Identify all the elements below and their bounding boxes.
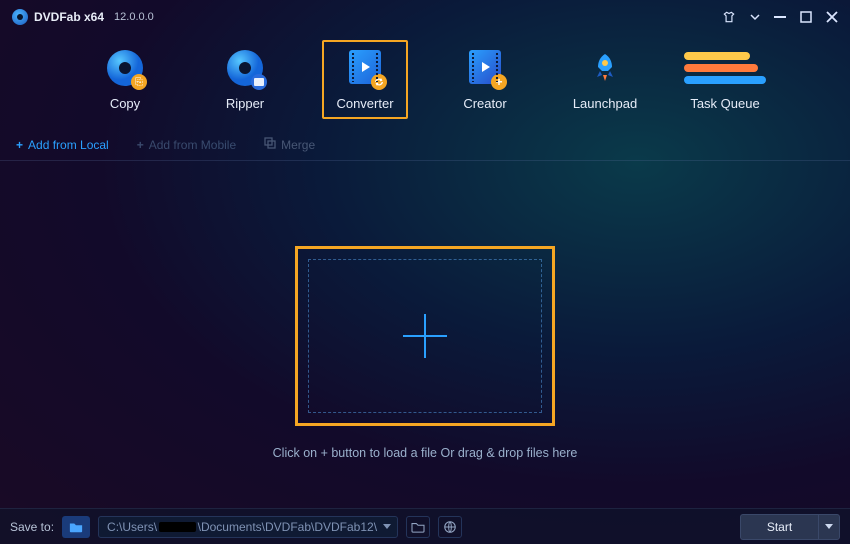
converter-badge-icon [371, 74, 387, 90]
module-label: Launchpad [573, 96, 637, 111]
disc-icon [227, 50, 263, 86]
module-task-queue[interactable]: Task Queue [682, 40, 768, 119]
start-label: Start [767, 520, 792, 534]
chevron-down-icon [825, 524, 833, 529]
module-launchpad[interactable]: Launchpad [562, 40, 648, 119]
title-bar: DVDFab x64 12.0.0.0 [0, 0, 850, 28]
path-prefix: C:\Users\ [107, 520, 157, 534]
plus-icon: + [16, 138, 23, 152]
module-creator[interactable]: + Creator [442, 40, 528, 119]
save-to-label: Save to: [10, 520, 54, 534]
action-label: Add from Local [28, 138, 109, 152]
web-output-button[interactable] [438, 516, 462, 538]
add-plus-icon [403, 314, 447, 358]
add-from-local-button[interactable]: + Add from Local [16, 138, 109, 152]
globe-icon [443, 520, 457, 534]
drop-zone[interactable] [295, 246, 555, 426]
module-label: Creator [463, 96, 506, 111]
folder-icon [69, 520, 83, 534]
module-label: Converter [336, 96, 393, 111]
creator-badge-icon: + [491, 74, 507, 90]
drop-hint-text: Click on + button to load a file Or drag… [273, 446, 578, 460]
module-nav: ⎘ Copy Ripper Converter + Creator Launch… [0, 32, 850, 131]
path-redacted [159, 522, 196, 532]
module-label: Copy [110, 96, 140, 111]
start-dropdown-button[interactable] [818, 514, 840, 540]
path-suffix: \Documents\DVDFab\DVDFab12\ [198, 520, 377, 534]
merge-button[interactable]: Merge [264, 137, 315, 152]
ripper-badge-icon [251, 74, 267, 90]
app-version: 12.0.0.0 [114, 11, 154, 23]
shirt-icon[interactable] [722, 10, 736, 24]
module-label: Ripper [226, 96, 264, 111]
minimize-button[interactable] [774, 11, 786, 23]
merge-icon [264, 137, 276, 152]
main-area: Click on + button to load a file Or drag… [0, 161, 850, 544]
disc-icon: ⎘ [107, 50, 143, 86]
add-from-mobile-button[interactable]: + Add from Mobile [137, 138, 236, 152]
start-button-group: Start [740, 514, 840, 540]
save-folder-button[interactable] [62, 516, 90, 538]
chevron-down-icon [383, 524, 391, 529]
rocket-icon [564, 50, 646, 86]
module-converter[interactable]: Converter [322, 40, 408, 119]
maximize-button[interactable] [800, 11, 812, 23]
action-label: Merge [281, 138, 315, 152]
filmstrip-icon: + [469, 50, 501, 84]
bottom-bar: Save to: C:\Users\ \Documents\DVDFab\DVD… [0, 508, 850, 544]
browse-folder-button[interactable] [406, 516, 430, 538]
filmstrip-icon [349, 50, 381, 84]
plus-icon: + [137, 138, 144, 152]
module-ripper[interactable]: Ripper [202, 40, 288, 119]
action-toolbar: + Add from Local + Add from Mobile Merge [0, 131, 850, 161]
dropdown-caret-icon[interactable] [750, 12, 760, 22]
app-name: DVDFab x64 [34, 10, 104, 24]
module-copy[interactable]: ⎘ Copy [82, 40, 168, 119]
folder-icon [411, 521, 425, 533]
start-button[interactable]: Start [740, 514, 818, 540]
save-path-dropdown[interactable]: C:\Users\ \Documents\DVDFab\DVDFab12\ [98, 516, 398, 538]
app-logo-icon [12, 9, 28, 25]
copy-badge-icon: ⎘ [131, 74, 147, 90]
close-button[interactable] [826, 11, 838, 23]
action-label: Add from Mobile [149, 138, 236, 152]
module-label: Task Queue [690, 96, 759, 111]
queue-icon [684, 50, 766, 86]
